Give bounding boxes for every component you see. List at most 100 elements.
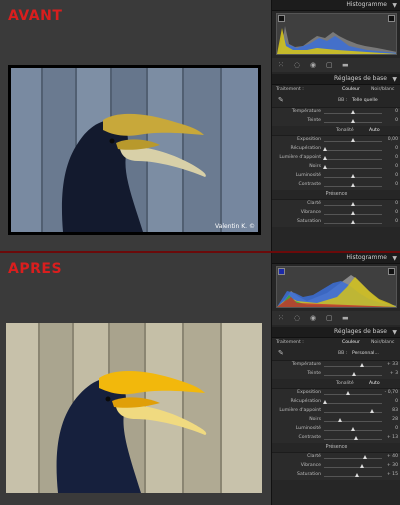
slider-knob[interactable] [323,400,328,404]
wb-label: BB : [338,351,348,356]
spot-removal-icon[interactable]: ◉ [310,61,316,69]
basic-header[interactable]: Réglages de base ▼ [272,74,400,85]
slider-knob[interactable] [351,174,355,178]
collapse-icon[interactable]: ▼ [392,75,397,85]
bw-option[interactable]: Noir/blanc [371,87,394,92]
slider-track[interactable] [324,458,382,459]
slider-track[interactable] [324,394,382,395]
slider-value[interactable]: 0 [395,173,398,178]
brush-icon[interactable]: ▬ [342,61,349,69]
slider-value[interactable]: 0 [395,146,398,151]
slider-value[interactable]: 0 [395,426,398,431]
slider-value[interactable]: 0 [395,118,398,123]
slider-knob[interactable] [359,464,364,468]
slider-value[interactable]: + 40 [387,454,398,459]
grid-icon[interactable]: ⁙ [278,314,284,322]
collapse-icon[interactable]: ▼ [392,328,397,338]
wb-dropdown[interactable]: Personnal... [352,351,379,356]
slider-value[interactable]: 0 [395,399,398,404]
slider-knob[interactable] [338,418,343,422]
slider-value[interactable]: - 0,70 [385,390,398,395]
after-photo-image [6,323,262,493]
slider-row-contraste: Contraste 0 [272,181,400,190]
slider-track[interactable] [324,150,382,151]
eyedropper-icon[interactable]: ✎ [278,349,284,357]
slider-knob[interactable] [370,409,375,413]
slider-track[interactable] [324,476,382,477]
slider-value[interactable]: + 15 [387,472,398,477]
brush-icon[interactable]: ▬ [342,314,349,322]
slider-value[interactable]: 0 [395,164,398,169]
slider-knob[interactable] [351,427,355,431]
slider-knob[interactable] [351,220,355,224]
crop-icon[interactable]: ◌ [294,61,300,69]
slider-knob[interactable] [351,110,355,114]
slider-track[interactable] [324,366,382,367]
slider-value[interactable]: 0 [395,201,398,206]
slider-label: Lumière d'appoint [279,408,321,413]
slider-knob[interactable] [323,156,328,160]
slider-knob[interactable] [346,391,351,395]
redeye-icon[interactable]: ▢ [326,314,333,322]
crop-icon[interactable]: ◌ [294,314,300,322]
slider-knob[interactable] [360,363,365,367]
slider-value[interactable]: 0 [395,219,398,224]
eyedropper-icon[interactable]: ✎ [278,96,284,104]
slider-track[interactable] [324,467,382,468]
histogram-header[interactable]: Histogramme ▼ [272,253,400,264]
slider-row-noirs: Noirs 0 [272,163,400,172]
redeye-icon[interactable]: ▢ [326,61,333,69]
basic-header[interactable]: Réglages de base ▼ [272,327,400,338]
tool-strip: ⁙ ◌ ◉ ▢ ▬ [272,311,400,325]
slider-knob[interactable] [351,119,355,123]
slider-knob[interactable] [354,436,359,440]
slider-knob[interactable] [351,138,355,142]
slider-knob[interactable] [352,372,357,376]
slider-value[interactable]: + 33 [387,362,398,367]
color-option[interactable]: Couleur [342,87,360,92]
slider-knob[interactable] [355,473,360,477]
slider-group: Température 0 Teinte 0 [272,107,400,126]
wb-dropdown[interactable]: Telle quelle [352,98,378,103]
slider-label: Température [291,109,321,114]
slider-value[interactable]: 83 [392,408,398,413]
slider-track[interactable] [324,421,382,422]
slider-value[interactable]: + 13 [387,435,398,440]
slider-group: Température + 33 Teinte + 3 [272,360,400,379]
before-label: AVANT [8,8,63,24]
slider-knob[interactable] [323,147,328,151]
slider-track[interactable] [324,168,382,169]
collapse-icon[interactable]: ▼ [392,254,397,264]
slider-value[interactable]: + 3 [390,371,398,376]
color-option[interactable]: Couleur [342,340,360,345]
slider-track[interactable] [324,403,382,404]
auto-button[interactable]: Auto [369,128,380,133]
slider-knob[interactable] [323,165,328,169]
histogram-header[interactable]: Histogramme ▼ [272,0,400,11]
slider-track[interactable] [324,439,382,440]
auto-button[interactable]: Auto [369,381,380,386]
spot-removal-icon[interactable]: ◉ [310,314,316,322]
slider-value[interactable]: 0 [395,155,398,160]
slider-value[interactable]: 0 [395,182,398,187]
bw-option[interactable]: Noir/blanc [371,340,394,345]
slider-value[interactable]: 0 [395,210,398,215]
grid-icon[interactable]: ⁙ [278,61,284,69]
slider-label: Récupération [290,146,322,151]
slider-knob[interactable] [351,211,355,215]
slider-track[interactable] [324,159,382,160]
slider-row-luminosite: Luminosité 0 [272,172,400,181]
before-photo: Valentin K. © [8,65,261,235]
slider-knob[interactable] [351,202,355,206]
slider-value[interactable]: + 30 [387,463,398,468]
tonality-row: Tonalité Auto [272,379,400,388]
slider-row-temperature: Température 0 [272,108,400,117]
slider-value[interactable]: 0 [395,109,398,114]
collapse-icon[interactable]: ▼ [392,1,397,11]
slider-value[interactable]: 28 [392,417,398,422]
slider-knob[interactable] [351,183,355,187]
slider-value[interactable]: 0,00 [388,137,398,142]
slider-label: Saturation [297,472,321,477]
slider-knob[interactable] [362,455,367,459]
before-photo-image [11,68,258,232]
